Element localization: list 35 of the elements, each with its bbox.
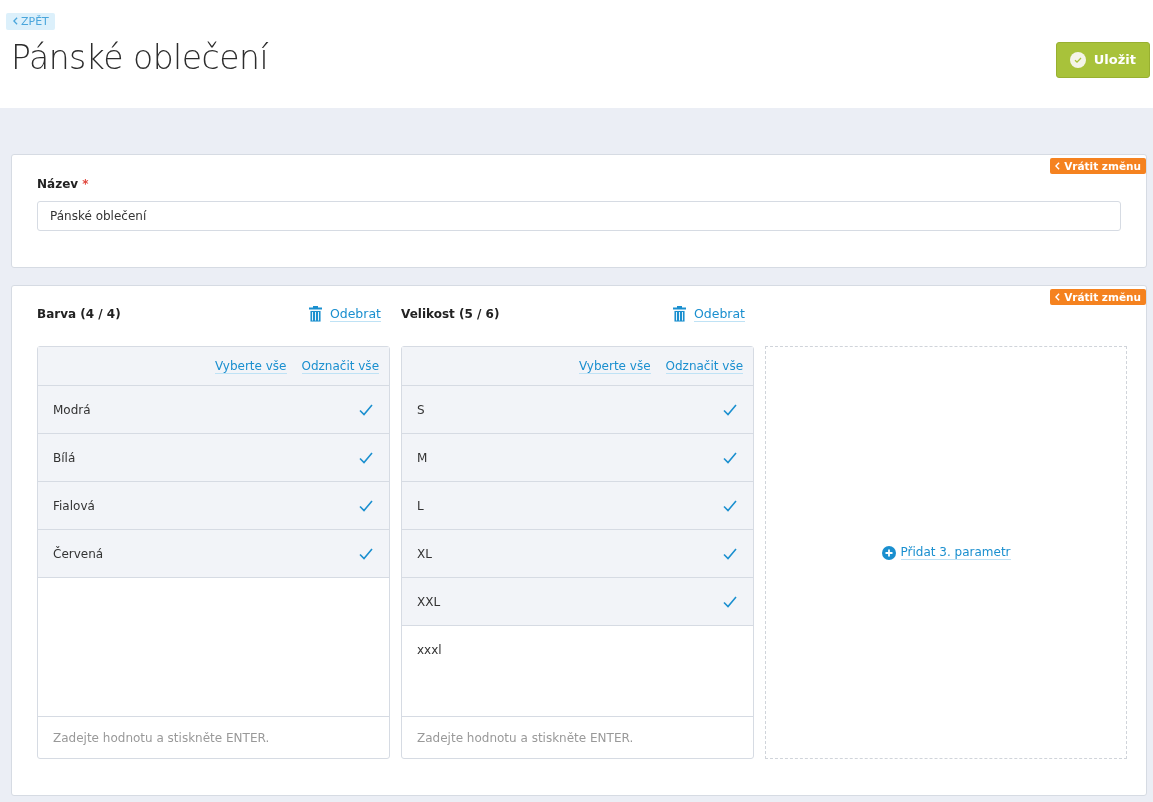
field-label: Název *	[37, 177, 90, 191]
value-row[interactable]: XXL	[402, 578, 754, 626]
check-circle-icon	[1069, 51, 1086, 68]
value-row[interactable]: L	[402, 482, 754, 530]
remove-link[interactable]: Odebrat	[672, 306, 746, 322]
plus-circle-icon	[881, 545, 896, 560]
check-icon	[723, 547, 738, 560]
new-value-input-field[interactable]: Zadejte hodnotu a stiskněte ENTER.	[402, 716, 754, 758]
parameter-title: Velikost (5 / 6)	[401, 307, 500, 321]
add-parameter-link[interactable]: Přidat 3. parametr	[881, 545, 1011, 560]
check-icon	[723, 595, 738, 608]
value-row[interactable]: Modrá	[38, 386, 389, 434]
trash-icon	[308, 306, 322, 322]
check-icon	[723, 403, 738, 416]
check-icon	[359, 547, 373, 560]
chevron-left-icon	[1055, 162, 1061, 170]
value-row[interactable]: Červená	[38, 530, 389, 578]
value-row[interactable]: Fialová	[38, 482, 389, 530]
name-input-field[interactable]: Pánské oblečení	[37, 201, 1121, 231]
check-icon	[723, 451, 738, 464]
value-row[interactable]: XL	[402, 530, 754, 578]
new-value-input-field[interactable]: Zadejte hodnotu a stiskněte ENTER.	[38, 716, 389, 758]
value-row[interactable]: S	[402, 386, 754, 434]
check-icon	[359, 403, 373, 416]
value-row[interactable]: M	[402, 434, 754, 482]
parameter-title: Barva (4 / 4)	[37, 307, 121, 321]
check-icon	[359, 499, 373, 512]
chevron-left-icon	[1055, 293, 1061, 301]
check-icon	[723, 499, 738, 512]
check-icon	[359, 451, 373, 464]
page-title: Pánské oblečení	[11, 38, 269, 77]
trash-icon	[672, 306, 686, 322]
value-row[interactable]: Bílá	[38, 434, 389, 482]
remove-link[interactable]: Odebrat	[308, 306, 381, 322]
chevron-left-icon	[13, 17, 18, 25]
